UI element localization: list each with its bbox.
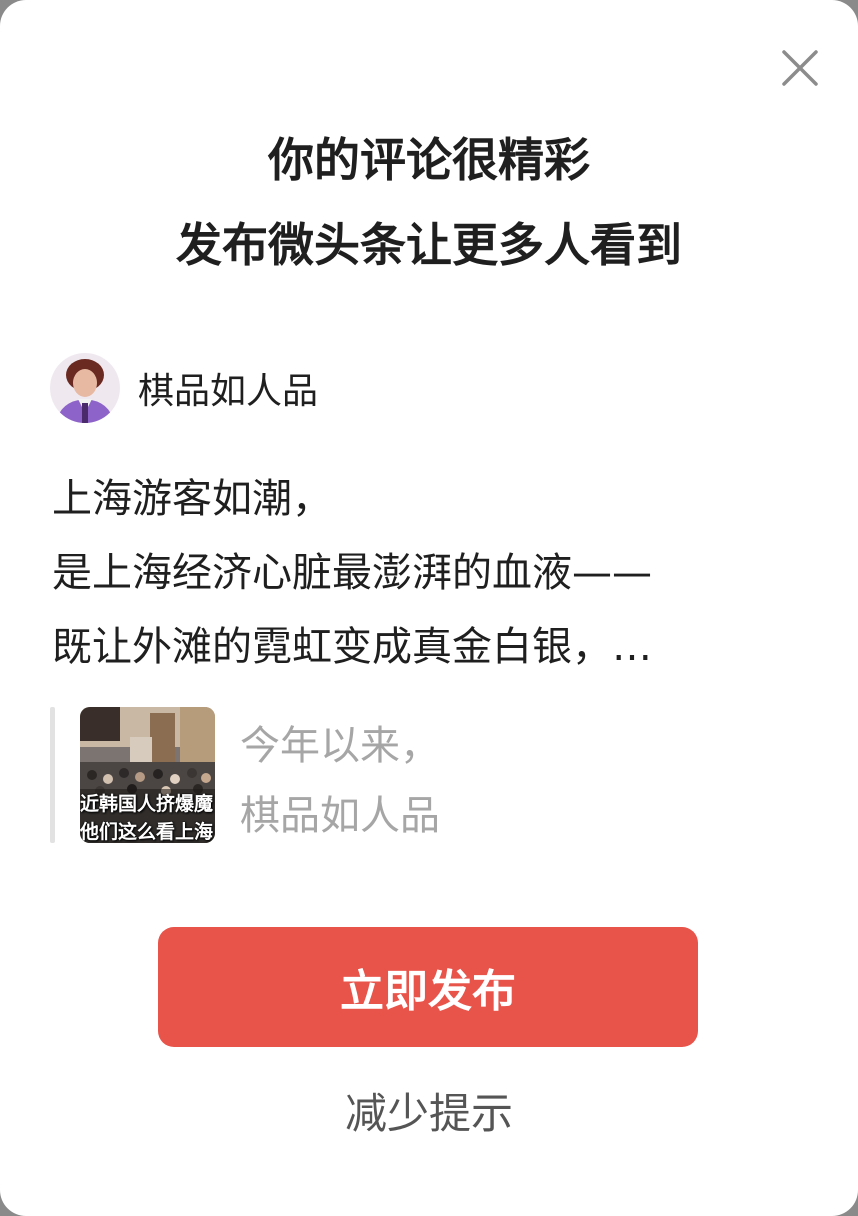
close-button[interactable] <box>772 40 828 96</box>
quoted-article-author: 棋品如人品 <box>240 793 440 839</box>
post-text: 上海游客如潮， 是上海经济心脏最澎湃的血液—— 既让外滩的霓虹变成真金白银，… <box>52 462 812 684</box>
author-name: 棋品如人品 <box>138 371 319 412</box>
avatar <box>50 353 120 423</box>
dialog-title-line1: 你的评论很精彩 <box>268 133 590 187</box>
post-text-line: 既让外滩的霓虹变成真金白银，… <box>52 624 652 670</box>
reduce-prompts-link[interactable]: 减少提示 <box>0 1086 858 1142</box>
quoted-article-text: 今年以来， <box>240 723 440 769</box>
quoted-article[interactable]: 近韩国人挤爆魔 他们这么看上海 今年以来， 棋品如人品 <box>50 707 470 843</box>
quote-bar <box>50 707 55 843</box>
article-thumbnail: 近韩国人挤爆魔 他们这么看上海 <box>80 707 215 843</box>
publish-button[interactable]: 立即发布 <box>158 927 698 1047</box>
dialog-title-line2: 发布微头条让更多人看到 <box>176 218 682 272</box>
close-icon <box>782 50 818 86</box>
post-text-line: 是上海经济心脏最澎湃的血液—— <box>52 550 652 596</box>
author-row: 棋品如人品 <box>50 352 318 424</box>
thumbnail-caption-line1: 近韩国人挤爆魔 <box>80 793 214 815</box>
thumbnail-caption-line2: 他们这么看上海 <box>80 821 214 843</box>
publish-prompt-dialog: 你的评论很精彩 发布微头条让更多人看到 棋品如人品 上海游客如潮， 是上海经济心… <box>0 0 858 1216</box>
post-text-line: 上海游客如潮， <box>52 476 332 522</box>
